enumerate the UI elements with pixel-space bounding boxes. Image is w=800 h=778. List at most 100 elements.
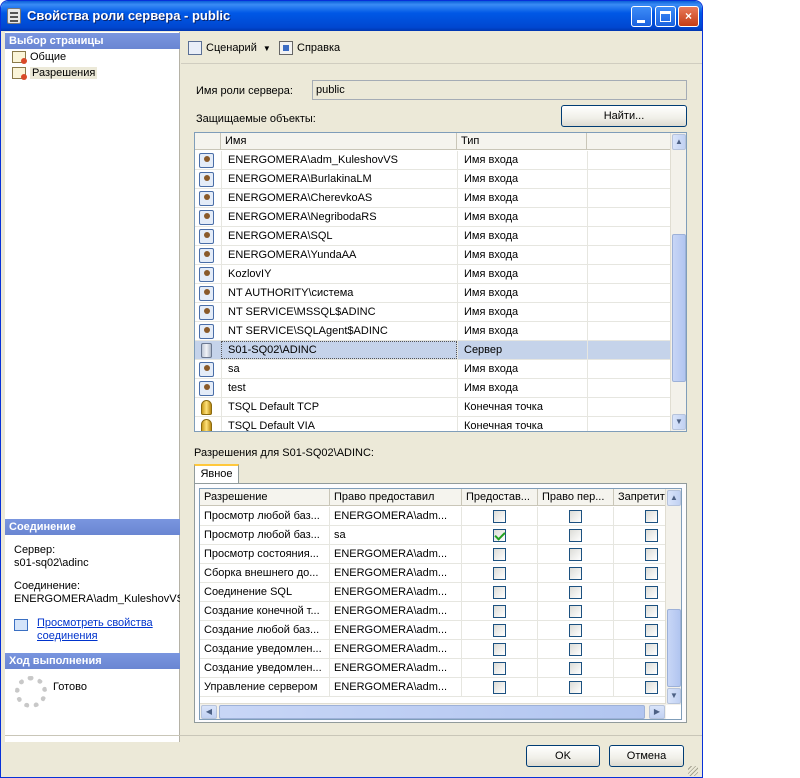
resize-grip-icon[interactable] [688, 766, 698, 776]
table-row[interactable]: Создание уведомлен... ENERGOMERA\adm... [200, 659, 666, 678]
cancel-button[interactable]: Отмена [609, 745, 684, 767]
scroll-up-icon[interactable]: ▲ [667, 490, 681, 506]
maximize-button[interactable] [655, 6, 676, 27]
deny-checkbox[interactable] [645, 662, 658, 675]
grant-checkbox[interactable] [493, 510, 506, 523]
permissions-vertical-scrollbar[interactable]: ▲ ▼ [665, 489, 681, 705]
grant-checkbox[interactable] [493, 567, 506, 580]
deny-checkbox[interactable] [645, 548, 658, 561]
table-row[interactable]: TSQL Default TCP Конечная точка [195, 398, 671, 417]
with-grant-checkbox[interactable] [569, 681, 582, 694]
table-row[interactable]: Управление сервером ENERGOMERA\adm... [200, 678, 666, 697]
progress-spinner-icon [15, 676, 47, 708]
scroll-right-icon[interactable]: ▶ [649, 705, 665, 719]
securable-type: Имя входа [457, 170, 587, 188]
deny-column-header[interactable]: Запретить [614, 489, 666, 506]
table-row[interactable]: TSQL Default VIA Конечная точка [195, 417, 671, 431]
scroll-down-icon[interactable]: ▼ [667, 688, 681, 704]
tab-explicit[interactable]: Явное [194, 464, 239, 484]
deny-checkbox[interactable] [645, 510, 658, 523]
grant-checkbox[interactable] [493, 681, 506, 694]
scroll-thumb[interactable] [672, 234, 686, 382]
grant-checkbox[interactable] [493, 643, 506, 656]
table-row[interactable]: Создание конечной т... ENERGOMERA\adm... [200, 602, 666, 621]
grant-checkbox[interactable] [493, 662, 506, 675]
login-icon [199, 248, 214, 263]
securables-scrollbar[interactable]: ▲ ▼ [670, 133, 686, 431]
table-row[interactable]: NT AUTHORITY\система Имя входа [195, 284, 671, 303]
deny-checkbox[interactable] [645, 567, 658, 580]
deny-checkbox[interactable] [645, 643, 658, 656]
table-row[interactable]: Создание любой баз... ENERGOMERA\adm... [200, 621, 666, 640]
icon-column-header[interactable] [195, 133, 221, 150]
role-name-field[interactable]: public [312, 80, 687, 100]
close-button[interactable]: × [678, 6, 699, 27]
grant-checkbox[interactable] [493, 548, 506, 561]
grant-checkbox[interactable] [493, 624, 506, 637]
permission-column-header[interactable]: Разрешение [200, 489, 330, 506]
grant-checkbox[interactable] [493, 605, 506, 618]
table-row[interactable]: Просмотр любой баз... sa [200, 526, 666, 545]
grantor-column-header[interactable]: Право предоставил [330, 489, 462, 506]
table-row[interactable]: Соединение SQL ENERGOMERA\adm... [200, 583, 666, 602]
table-row[interactable]: test Имя входа [195, 379, 671, 398]
table-row[interactable]: sa Имя входа [195, 360, 671, 379]
with-grant-checkbox[interactable] [569, 529, 582, 542]
table-row[interactable]: ENERGOMERA\NegribodaRS Имя входа [195, 208, 671, 227]
with-grant-checkbox[interactable] [569, 605, 582, 618]
table-row[interactable]: ENERGOMERA\YundaAA Имя входа [195, 246, 671, 265]
table-row[interactable]: KozlovIY Имя входа [195, 265, 671, 284]
deny-checkbox[interactable] [645, 605, 658, 618]
extra-column-header[interactable] [587, 133, 671, 150]
table-row[interactable]: ENERGOMERA\BurlakinaLM Имя входа [195, 170, 671, 189]
find-button[interactable]: Найти... [561, 105, 687, 127]
table-row[interactable]: NT SERVICE\MSSQL$ADINC Имя входа [195, 303, 671, 322]
securables-grid[interactable]: Имя Тип ENERGOMERA\adm_KuleshovVS Имя вхо… [194, 132, 687, 432]
grant-checkbox[interactable] [493, 586, 506, 599]
ok-button[interactable]: OK [526, 745, 600, 767]
name-column-header[interactable]: Имя [221, 133, 457, 150]
scroll-down-icon[interactable]: ▼ [672, 414, 686, 430]
scroll-thumb[interactable] [219, 705, 645, 719]
with-grant-checkbox[interactable] [569, 586, 582, 599]
table-row[interactable]: ENERGOMERA\adm_KuleshovVS Имя входа [195, 151, 671, 170]
with-grant-checkbox[interactable] [569, 548, 582, 561]
server-value: s01-sq02\adinc [14, 557, 89, 569]
script-button[interactable]: Сценарий ▼ [188, 40, 271, 56]
table-row[interactable]: NT SERVICE\SQLAgent$ADINC Имя входа [195, 322, 671, 341]
with-grant-checkbox[interactable] [569, 624, 582, 637]
permissions-horizontal-scrollbar[interactable]: ◀ ▶ [200, 703, 666, 719]
link-line-2[interactable]: соединения [37, 630, 98, 642]
help-button[interactable]: Справка [279, 40, 340, 56]
title-bar[interactable]: Свойства роли сервера - public × [1, 1, 702, 31]
table-row[interactable]: Создание уведомлен... ENERGOMERA\adm... [200, 640, 666, 659]
deny-checkbox[interactable] [645, 586, 658, 599]
table-row[interactable]: Просмотр любой баз... ENERGOMERA\adm... [200, 507, 666, 526]
grant-column-header[interactable]: Предостав... [462, 489, 538, 506]
with-grant-checkbox[interactable] [569, 662, 582, 675]
scroll-left-icon[interactable]: ◀ [201, 705, 217, 719]
with-grant-checkbox[interactable] [569, 567, 582, 580]
scroll-thumb[interactable] [667, 609, 681, 687]
link-line-1[interactable]: Просмотреть свойства [37, 617, 153, 629]
chevron-down-icon[interactable]: ▼ [263, 41, 271, 57]
deny-checkbox[interactable] [645, 681, 658, 694]
page-item[interactable]: Общие [10, 50, 66, 65]
scroll-up-icon[interactable]: ▲ [672, 134, 686, 150]
page-item[interactable]: Разрешения [10, 66, 98, 81]
view-connection-properties-link[interactable]: Просмотреть свойства соединения [37, 617, 153, 643]
table-row[interactable]: Сборка внешнего до... ENERGOMERA\adm... [200, 564, 666, 583]
deny-checkbox[interactable] [645, 624, 658, 637]
with-grant-column-header[interactable]: Право пер... [538, 489, 614, 506]
table-row[interactable]: ENERGOMERA\CherevkoAS Имя входа [195, 189, 671, 208]
with-grant-checkbox[interactable] [569, 643, 582, 656]
deny-checkbox[interactable] [645, 529, 658, 542]
permissions-grid[interactable]: Разрешение Право предоставил Предостав..… [199, 488, 682, 720]
table-row[interactable]: ENERGOMERA\SQL Имя входа [195, 227, 671, 246]
table-row[interactable]: Просмотр состояния... ENERGOMERA\adm... [200, 545, 666, 564]
grant-checkbox[interactable] [493, 529, 506, 542]
type-column-header[interactable]: Тип [457, 133, 587, 150]
with-grant-checkbox[interactable] [569, 510, 582, 523]
minimize-button[interactable] [631, 6, 652, 27]
table-row[interactable]: S01-SQ02\ADINC Сервер [195, 341, 671, 360]
